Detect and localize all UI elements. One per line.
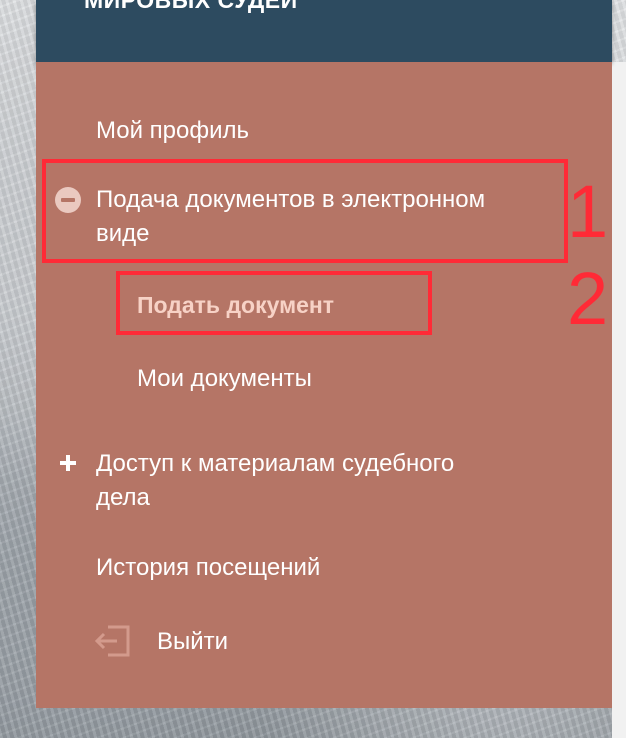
submenu-item-my-docs-label: Мои документы — [137, 365, 312, 392]
menu-item-case-access[interactable]: Доступ к материалам судебного дела — [96, 447, 566, 515]
annotation-number-1: 1 — [567, 170, 609, 253]
menu-item-profile-label: Мой профиль — [96, 117, 250, 144]
menu-item-profile[interactable]: Мой профиль — [96, 114, 249, 148]
submenu-item-my-docs[interactable]: Мои документы — [137, 362, 312, 396]
annotation-number-2: 2 — [567, 257, 609, 340]
plus-icon[interactable] — [60, 455, 76, 471]
menu-item-case-access-line2: дела — [96, 484, 150, 511]
menu-item-history-label: История посещений — [96, 554, 321, 581]
menu-item-logout-label: Выйти — [157, 628, 229, 655]
site-header: МИРОВЫХ СУДЕЙ — [36, 0, 612, 62]
page-edge — [612, 62, 626, 738]
menu-item-history[interactable]: История посещений — [96, 551, 320, 585]
menu-item-logout[interactable]: Выйти — [157, 625, 228, 659]
header-title: МИРОВЫХ СУДЕЙ — [84, 0, 298, 13]
menu-item-case-access-line1: Доступ к материалам судебного — [96, 450, 455, 477]
logout-icon[interactable] — [95, 625, 131, 657]
annotation-box-2 — [116, 271, 432, 335]
annotation-box-1 — [42, 159, 568, 263]
